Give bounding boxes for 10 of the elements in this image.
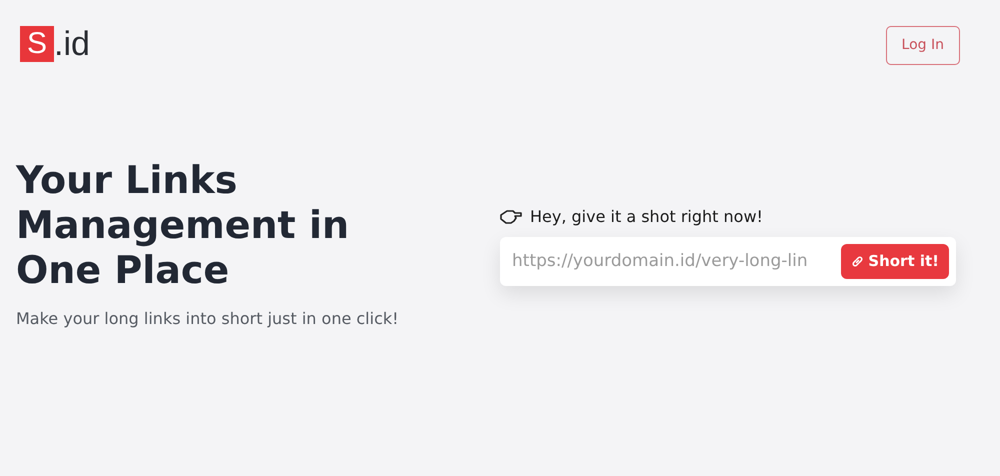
- logo-text: .id: [54, 26, 90, 62]
- login-button[interactable]: Log In: [886, 26, 960, 65]
- url-input-field[interactable]: https://yourdomain.id/very-long-lin Short it!: [500, 237, 956, 286]
- hero-heading: Your Links Management in One Place: [16, 158, 350, 293]
- prompt-text: Hey, give it a shot right now!: [530, 206, 763, 228]
- pointing-hand-icon: [500, 210, 522, 224]
- short-it-button[interactable]: Short it!: [841, 244, 949, 279]
- logo-mark: S: [20, 26, 54, 62]
- link-icon: [851, 255, 864, 268]
- hero-subtitle: Make your long links into short just in one click!: [16, 308, 400, 330]
